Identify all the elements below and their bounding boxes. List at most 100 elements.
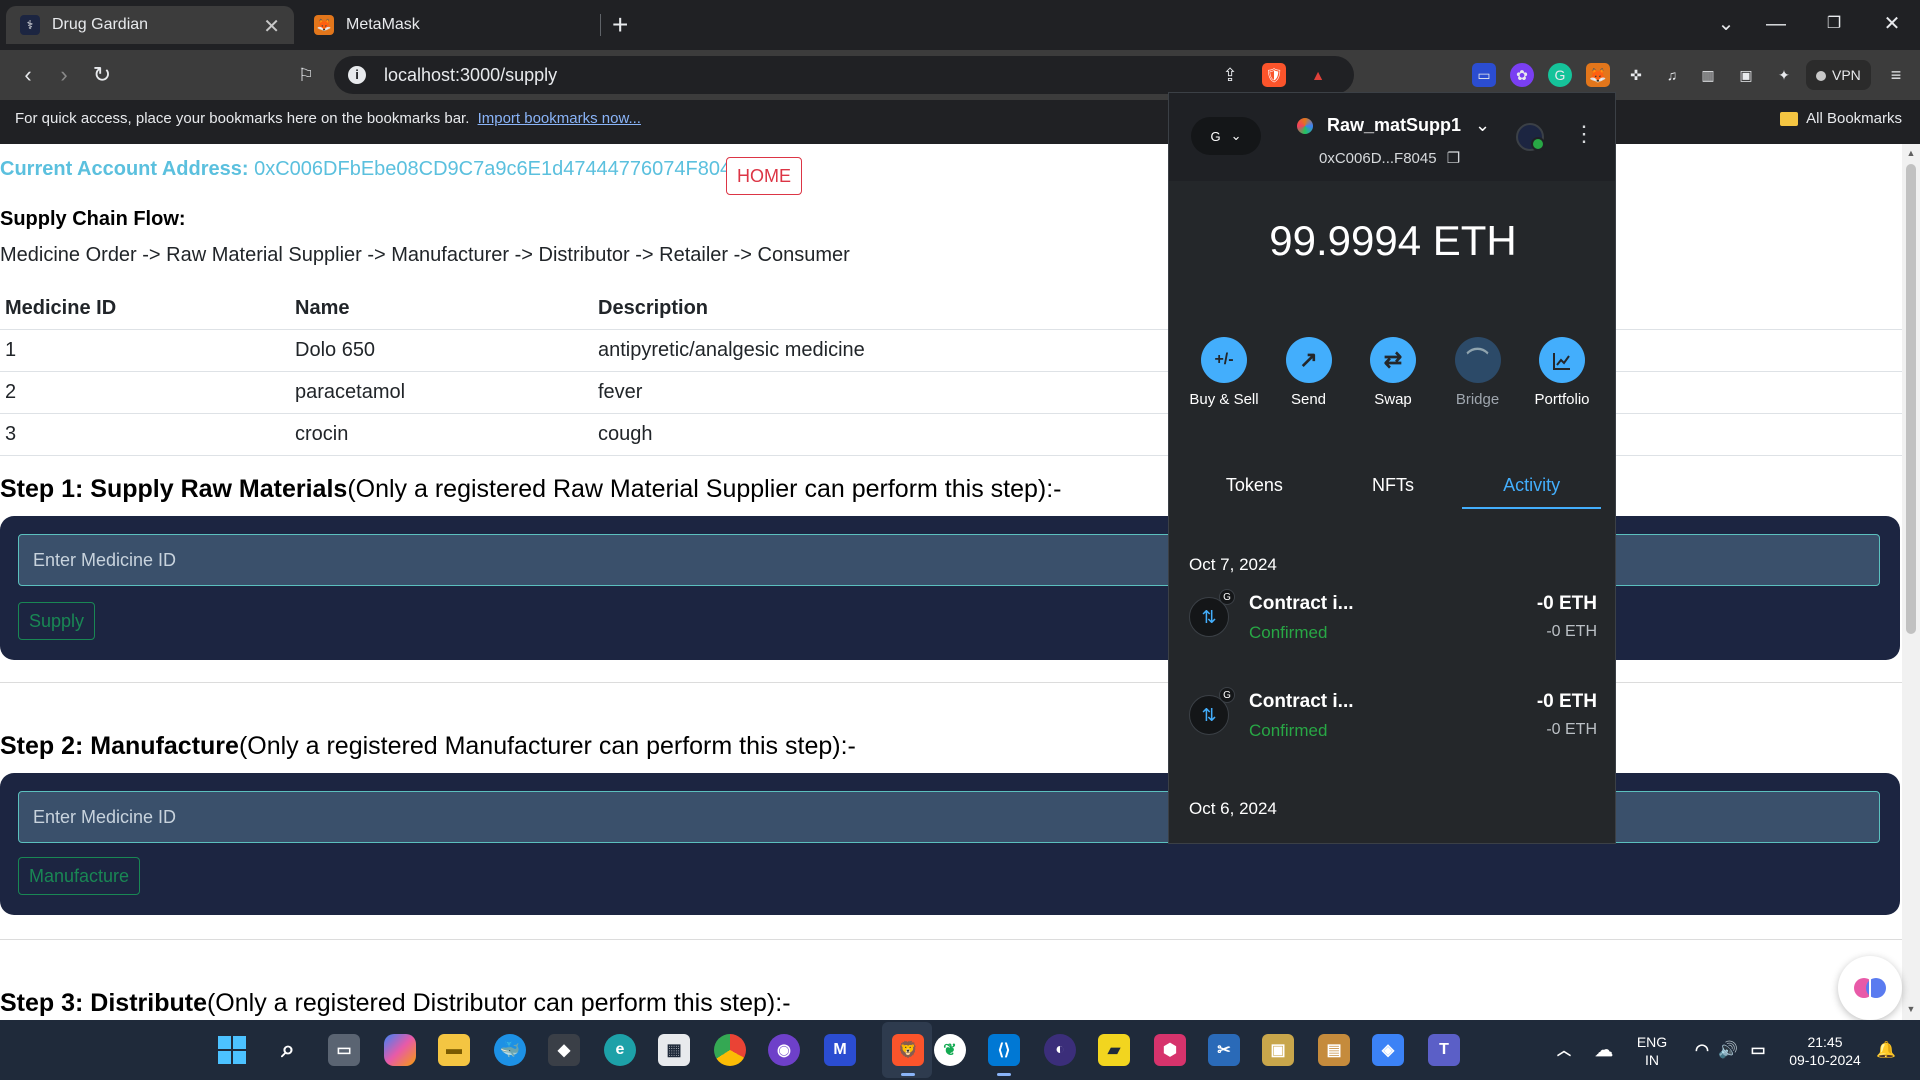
buy-sell-button[interactable]: +/- Buy & Sell [1185,337,1263,408]
chevron-up-icon[interactable]: ︿ [1548,1034,1580,1066]
step-title-bold: Step 1: Supply Raw Materials [0,475,348,503]
tab-activity[interactable]: Activity [1462,463,1602,509]
edge-icon[interactable]: e [604,1034,636,1066]
supply-page: Current Account Address: 0xC006DFbEbe08C… [0,144,1902,1020]
share-icon[interactable]: ⇪ [1218,63,1242,87]
browser-tab-bar: ⚕ Drug Gardian ✕ 🦊 MetaMask + ⌄ — ❐ ✕ [0,0,1920,50]
extension-window-icon[interactable]: ▭ [1472,63,1496,87]
menu-icon[interactable]: ≡ [1884,63,1908,87]
tab-search-chevron-icon[interactable]: ⌄ [1706,6,1746,42]
network-picker[interactable]: G ⌄ [1191,117,1261,155]
vpn-button[interactable]: VPN [1806,60,1871,90]
more-options-icon[interactable]: ⋮ [1573,121,1595,147]
new-tab-icon[interactable]: + [612,8,628,42]
windows-start-icon[interactable] [216,1034,248,1066]
activity-item[interactable]: ⇅ G Contract i... Confirmed -0 ETH -0 ET… [1189,589,1597,649]
extensions-puzzle-icon[interactable]: ✜ [1624,63,1648,87]
sticky-notes-icon[interactable]: ▰ [1098,1034,1130,1066]
volume-icon[interactable]: 🔊 [1712,1034,1744,1066]
store-icon[interactable]: ▦ [658,1034,690,1066]
minimize-icon[interactable]: — [1756,6,1796,42]
bookmark-icon[interactable]: ⚐ [290,60,322,90]
notification-bell-icon[interactable]: 🔔 [1870,1034,1902,1066]
step-1-title: Step 1: Supply Raw Materials(Only a regi… [0,475,1062,504]
portfolio-button[interactable]: Portfolio [1523,337,1601,408]
eth-balance: 99.9994 ETH [1269,217,1517,264]
send-button[interactable]: ↗ Send [1270,337,1348,408]
manufacture-button[interactable]: Manufacture [18,857,141,895]
eclipse-icon[interactable]: ◐ [1044,1034,1076,1066]
swap-button[interactable]: ⇄ Swap [1354,337,1432,408]
extension-brain-icon[interactable]: ✿ [1510,63,1534,87]
address-bar[interactable]: i localhost:3000/supply [334,56,1354,94]
diamond-app-icon[interactable]: ◈ [1372,1034,1404,1066]
chevron-down-icon: ⌄ [1230,128,1242,143]
github-desktop-icon[interactable]: ◉ [768,1034,800,1066]
mongodb-compass-icon[interactable]: ❦ [934,1034,966,1066]
browser-toolbar: ‹ › ↻ ⚐ i localhost:3000/supply ⇪ 🛡 ▲ ▭ … [0,50,1920,100]
search-icon[interactable]: ⌕ [272,1034,304,1066]
home-button[interactable]: HOME [726,157,802,195]
file-explorer-icon[interactable]: ▬ [438,1034,470,1066]
buy-sell-icon: +/- [1201,337,1247,383]
close-window-icon[interactable]: ✕ [1872,6,1912,42]
snipping-tool-icon[interactable]: ✂ [1208,1034,1240,1066]
site-info-icon[interactable]: i [348,66,366,84]
cell: paracetamol [290,371,593,414]
brave-rewards-icon[interactable]: ▲ [1306,63,1330,87]
floating-assistant-button[interactable] [1838,956,1902,1020]
scroll-down-icon[interactable]: ▼ [1906,1004,1916,1014]
bridge-button[interactable]: ⌒ Bridge [1439,337,1517,408]
language-indicator[interactable]: ENG IN [1632,1033,1672,1069]
close-tab-icon[interactable]: ✕ [263,14,280,39]
ganache-icon[interactable]: ⬢ [1154,1034,1186,1066]
chrome-icon[interactable] [714,1034,746,1066]
supply-button[interactable]: Supply [18,602,96,640]
copilot-icon[interactable] [384,1034,416,1066]
vscode-icon[interactable]: ⟨⟩ [988,1034,1020,1066]
tab-drug-gardian[interactable]: ⚕ Drug Gardian ✕ [6,6,294,44]
package-box-icon[interactable]: ▤ [1318,1034,1350,1066]
connected-site-avatar[interactable] [1516,123,1545,151]
reload-icon[interactable]: ↻ [86,60,118,90]
app-thumbnail-icon[interactable]: ▣ [1262,1034,1294,1066]
tab-tokens[interactable]: Tokens [1185,463,1324,509]
step-title-bold: Step 2: Manufacture [0,732,239,760]
active-indicator [901,1073,915,1076]
metamask-extension-icon[interactable]: 🦊 [1586,63,1610,87]
account-address-copy[interactable]: 0xC006D...F8045 ❐ [1319,149,1460,167]
tx-title: Contract i... [1249,593,1354,614]
leo-ai-icon[interactable]: ✦ [1772,63,1796,87]
clock[interactable]: 21:45 09-10-2024 [1780,1033,1870,1069]
tab-metamask[interactable]: 🦊 MetaMask [300,6,600,44]
brave-icon[interactable]: 🦁 [892,1034,924,1066]
remix-icon[interactable]: M [824,1034,856,1066]
onedrive-cloud-icon[interactable]: ☁ [1588,1034,1620,1066]
app-favicon-icon: ⚕ [20,15,40,35]
battery-icon[interactable]: ▭ [1742,1034,1774,1066]
flow-title: Supply Chain Flow: [0,208,186,230]
back-icon[interactable]: ‹ [12,60,44,90]
account-picker[interactable]: Raw_matSupp1 ⌄ [1297,115,1490,136]
page-scrollbar[interactable]: ▲ ▼ [1902,144,1920,1020]
tab-nfts[interactable]: NFTs [1324,463,1463,509]
sidebar-icon[interactable]: ▥ [1696,63,1720,87]
unity-icon[interactable]: ◆ [548,1034,580,1066]
wallet-icon[interactable]: ▣ [1734,63,1758,87]
forward-icon[interactable]: › [48,60,80,90]
task-view-icon[interactable]: ▭ [328,1034,360,1066]
flow-text: Medicine Order -> Raw Material Supplier … [0,244,850,266]
import-bookmarks-link[interactable]: Import bookmarks now... [478,110,641,127]
all-bookmarks-button[interactable]: All Bookmarks [1780,100,1902,138]
scrollbar-thumb[interactable] [1906,164,1916,634]
grammarly-icon[interactable]: G [1548,63,1572,87]
teams-icon[interactable]: T [1428,1034,1460,1066]
brave-shield-icon[interactable]: 🛡 [1262,63,1286,87]
url-text[interactable]: localhost:3000/supply [384,65,557,86]
media-music-icon[interactable]: ♫ [1660,63,1684,87]
restore-icon[interactable]: ❐ [1814,6,1854,42]
activity-item[interactable]: ⇅ G Contract i... Confirmed -0 ETH -0 ET… [1189,687,1597,747]
tx-status: Confirmed [1249,721,1328,740]
docker-icon[interactable]: 🐳 [494,1034,526,1066]
scroll-up-icon[interactable]: ▲ [1906,148,1916,158]
